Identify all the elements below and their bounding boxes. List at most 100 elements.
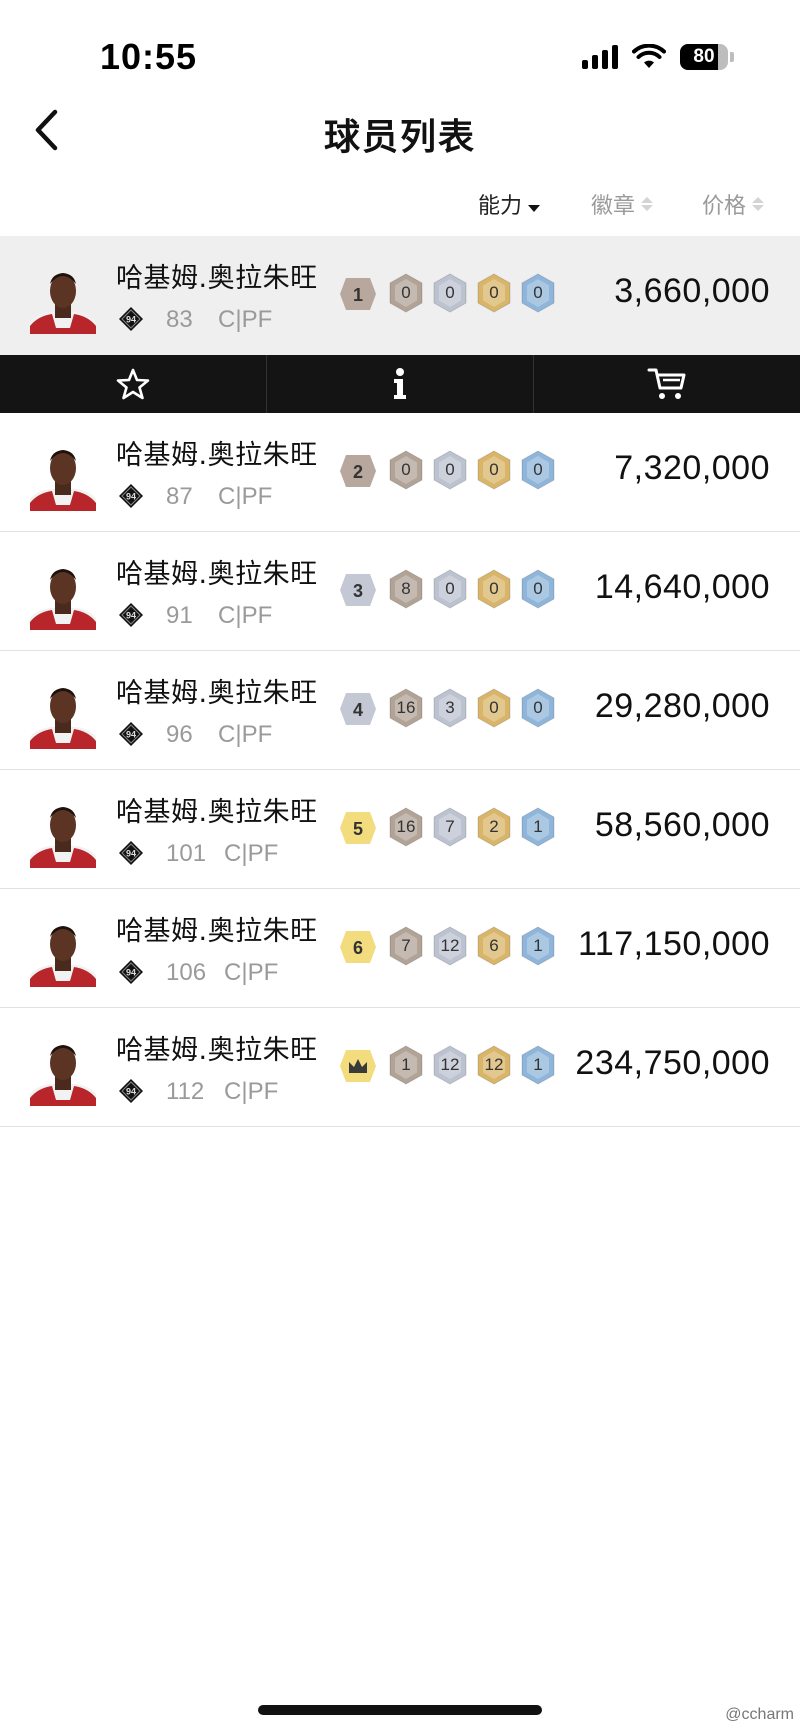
badge-count-value: 6 [489,936,499,955]
badge-count-value: 0 [533,698,543,717]
rating-diamond-icon: 94 [119,960,143,984]
tier-badge: 5 [340,812,376,844]
badge-count-value: 16 [396,698,416,717]
player-avatar [30,1045,96,1106]
svg-text:94: 94 [126,492,136,502]
badge-count-value: 7 [445,817,455,836]
badge-count: 12 [432,925,468,967]
rating-diamond-icon: 94 [119,307,143,331]
wifi-icon [632,44,666,68]
sort-ability[interactable]: 能力 [478,188,541,220]
player-name: 哈基姆.奥拉朱旺 [116,559,318,590]
player-rating: 91 [166,602,193,629]
player-rating: 106 [166,959,207,986]
rating-diamond-icon: 94 [119,722,143,746]
badge-count-value: 1 [533,1055,543,1074]
rating-diamond-icon: 94 [119,603,143,627]
player-position: C|PF [224,1078,279,1105]
badge-counts: 16 7 2 1 [388,806,556,848]
tier-number: 5 [353,819,363,839]
sort-price[interactable]: 价格 [702,188,765,220]
player-price: 117,150,000 [577,925,770,963]
badge-count: 0 [432,272,468,314]
badge-count: 0 [476,568,512,610]
sort-toggle-icon [641,197,654,211]
badge-count-value: 1 [401,1055,411,1074]
badge-count: 0 [476,449,512,491]
buy-button[interactable] [534,355,800,413]
badge-count: 0 [388,272,424,314]
badge-count-value: 0 [401,460,411,479]
player-rating: 112 [166,1078,205,1105]
tier-badge: 6 [340,931,376,963]
player-list: 哈基姆.奥拉朱旺 94 83 C|PF 1 0 0 0 0 3,660,000 … [0,236,800,1127]
player-avatar [30,688,96,749]
badge-counts: 1 12 12 1 [388,1044,556,1086]
player-rating: 83 [166,306,193,333]
svg-text:94: 94 [126,730,136,740]
star-icon [116,368,150,400]
favorite-button[interactable] [0,355,267,413]
badge-count: 0 [388,449,424,491]
player-position: C|PF [224,959,279,986]
rating-diamond-icon: 94 [119,841,143,865]
sort-bar: 能力 徽章 价格 [0,180,800,236]
sort-desc-icon [528,197,541,212]
info-button[interactable] [267,355,534,413]
home-indicator[interactable] [258,1705,542,1715]
player-rating: 87 [166,483,193,510]
battery-icon: 80 [680,44,728,70]
badge-count-value: 0 [533,283,543,302]
badge-counts: 16 3 0 0 [388,687,556,729]
player-row[interactable]: 哈基姆.奥拉朱旺 94 91 C|PF 3 8 0 0 0 14,640,000 [0,532,800,651]
badge-count: 0 [432,449,468,491]
tier-badge: 3 [340,574,376,606]
badge-count-value: 1 [533,936,543,955]
badge-count-value: 3 [445,698,455,717]
badge-count: 1 [388,1044,424,1086]
badge-count: 7 [432,806,468,848]
cart-icon [647,368,686,399]
player-price: 7,320,000 [614,449,770,487]
badge-count-value: 0 [489,460,499,479]
badge-count-value: 12 [440,936,460,955]
tier-number: 1 [353,285,363,305]
badge-count: 12 [432,1044,468,1086]
tier-number: 4 [353,700,363,720]
info-icon [394,368,406,399]
sort-ability-label: 能力 [478,194,523,219]
badge-count-value: 0 [445,283,455,302]
player-avatar [30,450,96,511]
player-position: C|PF [218,483,273,510]
player-row[interactable]: 哈基姆.奥拉朱旺 94 106 C|PF 6 7 12 6 1 117,150,… [0,889,800,1008]
player-name: 哈基姆.奥拉朱旺 [116,1035,318,1066]
badge-count: 0 [520,568,556,610]
badge-count-value: 12 [484,1055,504,1074]
badge-count: 16 [388,687,424,729]
tier-badge: 2 [340,455,376,487]
badge-count: 12 [476,1044,512,1086]
player-position: C|PF [218,721,273,748]
badge-counts: 0 0 0 0 [388,272,556,314]
badge-count: 0 [520,272,556,314]
badge-count: 0 [476,272,512,314]
badge-count: 16 [388,806,424,848]
sort-badges[interactable]: 徽章 [591,188,654,220]
player-row[interactable]: 哈基姆.奥拉朱旺 94 112 C|PF 1 12 12 1 234,750,0… [0,1008,800,1127]
badge-counts: 7 12 6 1 [388,925,556,967]
player-row[interactable]: 哈基姆.奥拉朱旺 94 101 C|PF 5 16 7 2 1 58,560,0… [0,770,800,889]
player-row[interactable]: 哈基姆.奥拉朱旺 94 83 C|PF 1 0 0 0 0 3,660,000 [0,236,800,355]
svg-text:94: 94 [126,315,136,325]
badge-count-value: 0 [489,283,499,302]
player-name: 哈基姆.奥拉朱旺 [116,440,318,471]
badge-count-value: 12 [440,1055,460,1074]
badge-count: 1 [520,1044,556,1086]
badge-count: 0 [520,449,556,491]
player-row[interactable]: 哈基姆.奥拉朱旺 94 96 C|PF 4 16 3 0 0 29,280,00… [0,651,800,770]
player-position: C|PF [224,840,279,867]
badge-count-value: 0 [445,460,455,479]
badge-count-value: 7 [401,936,411,955]
status-icons: 80 [582,44,734,70]
badge-count: 8 [388,568,424,610]
player-row[interactable]: 哈基姆.奥拉朱旺 94 87 C|PF 2 0 0 0 0 7,320,000 [0,413,800,532]
